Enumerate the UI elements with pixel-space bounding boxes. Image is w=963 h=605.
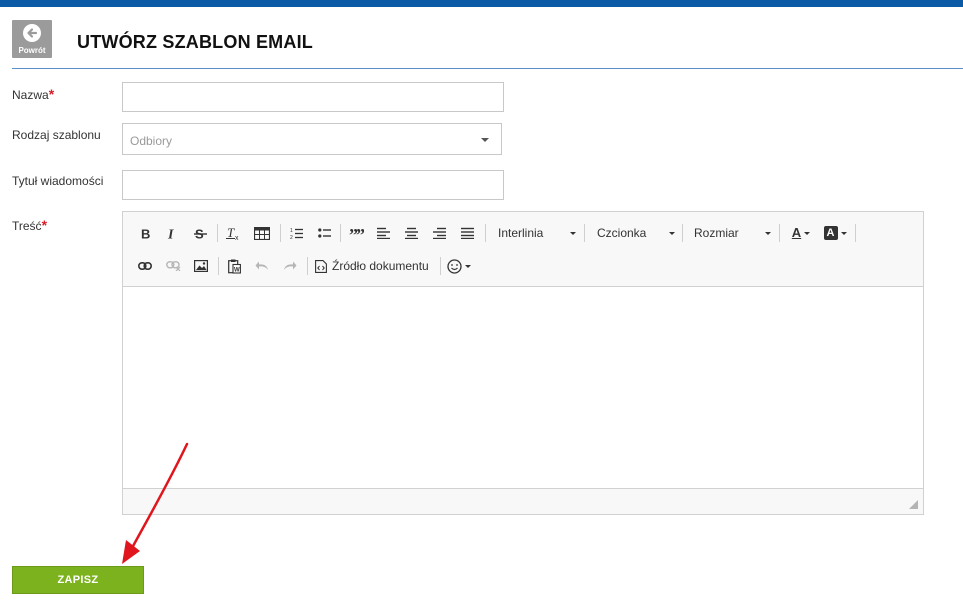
- background-color-icon: A: [823, 226, 838, 240]
- body-label-text: Treść: [12, 219, 42, 233]
- smiley-icon: [447, 258, 462, 274]
- chevron-down-icon: [481, 138, 489, 142]
- link-icon[interactable]: [136, 255, 154, 277]
- paste-word-icon[interactable]: W: [225, 255, 243, 277]
- remove-format-icon[interactable]: Tx: [224, 222, 244, 244]
- font-size-dropdown[interactable]: Rozmiar: [694, 222, 774, 244]
- align-justify-icon[interactable]: [458, 222, 476, 244]
- text-color-icon: A: [791, 225, 802, 240]
- template-type-value: Odbiory: [130, 134, 173, 148]
- required-marker: *: [48, 86, 55, 102]
- chevron-down-icon: [570, 232, 576, 235]
- redo-icon[interactable]: [281, 255, 299, 277]
- toolbar-separator: [307, 257, 308, 275]
- toolbar-separator: [280, 224, 281, 242]
- toolbar-separator: [218, 257, 219, 275]
- image-icon[interactable]: [192, 255, 210, 277]
- required-marker: *: [41, 217, 48, 233]
- background-color-glyph: A: [826, 227, 835, 239]
- template-type-select[interactable]: Odbiory: [122, 123, 502, 155]
- rich-text-editor: B I S Tx 12 ””: [122, 211, 924, 515]
- table-icon[interactable]: [252, 222, 272, 244]
- chevron-down-icon: [840, 231, 847, 235]
- editor-footer: [123, 488, 923, 514]
- chevron-down-icon: [765, 232, 771, 235]
- chevron-down-icon: [465, 264, 471, 268]
- toolbar-separator: [779, 224, 780, 242]
- template-type-label: Rodzaj szablonu: [12, 128, 101, 142]
- toolbar-separator: [340, 224, 341, 242]
- title-divider: [12, 68, 963, 69]
- bold-icon[interactable]: B: [137, 222, 155, 244]
- source-label: Źródło dokumentu: [332, 259, 429, 273]
- italic-icon[interactable]: I: [163, 222, 181, 244]
- subject-label: Tytuł wiadomości: [12, 174, 104, 188]
- svg-text:2: 2: [290, 235, 293, 240]
- svg-text:T: T: [227, 226, 235, 240]
- toolbar-separator: [217, 224, 218, 242]
- numbered-list-icon[interactable]: 12: [287, 222, 305, 244]
- font-dropdown[interactable]: Czcionka: [597, 222, 677, 244]
- toolbar-separator: [682, 224, 683, 242]
- editor-toolbar: B I S Tx 12 ””: [123, 212, 923, 287]
- back-button-label: Powrót: [18, 46, 46, 55]
- name-label-text: Nazwa: [12, 88, 49, 102]
- undo-icon[interactable]: [253, 255, 271, 277]
- svg-text:1: 1: [290, 228, 293, 234]
- align-center-icon[interactable]: [402, 222, 420, 244]
- align-right-icon[interactable]: [430, 222, 448, 244]
- svg-text:B: B: [141, 227, 150, 240]
- body-label: Treść*: [12, 217, 47, 233]
- source-button[interactable]: Źródło dokumentu: [315, 255, 437, 277]
- toolbar-separator: [855, 224, 856, 242]
- align-left-icon[interactable]: [374, 222, 392, 244]
- emoji-button[interactable]: [445, 255, 473, 277]
- chevron-down-icon: [804, 231, 811, 235]
- svg-text:x: x: [235, 235, 239, 241]
- source-code-icon: [315, 259, 327, 273]
- unlink-icon[interactable]: [164, 255, 182, 277]
- svg-text:W: W: [234, 267, 240, 273]
- toolbar-separator: [485, 224, 486, 242]
- back-arrow-icon: [23, 24, 41, 42]
- toolbar-separator: [584, 224, 585, 242]
- toolbar-separator: [440, 257, 441, 275]
- font-label: Czcionka: [597, 226, 647, 240]
- font-size-label: Rozmiar: [694, 226, 739, 240]
- name-label: Nazwa*: [12, 86, 54, 102]
- blockquote-icon[interactable]: ””: [346, 222, 366, 244]
- svg-text:I: I: [167, 227, 174, 240]
- editor-content-area[interactable]: [123, 288, 923, 488]
- line-height-label: Interlinia: [498, 226, 544, 240]
- text-color-button[interactable]: A: [787, 222, 815, 244]
- background-color-button[interactable]: A: [821, 222, 849, 244]
- back-button[interactable]: Powrót: [12, 20, 52, 58]
- top-accent-bar: [0, 0, 963, 7]
- page-title: UTWÓRZ SZABLON EMAIL: [77, 32, 313, 52]
- strikethrough-icon[interactable]: S: [191, 222, 209, 244]
- name-input[interactable]: [122, 82, 504, 112]
- line-height-dropdown[interactable]: Interlinia: [498, 222, 578, 244]
- save-button[interactable]: ZAPISZ: [12, 566, 144, 594]
- text-color-glyph: A: [791, 225, 802, 240]
- svg-text:”: ”: [356, 227, 364, 239]
- subject-input[interactable]: [122, 170, 504, 200]
- resize-grip-icon[interactable]: [909, 500, 918, 509]
- chevron-down-icon: [669, 232, 675, 235]
- bulleted-list-icon[interactable]: [315, 222, 333, 244]
